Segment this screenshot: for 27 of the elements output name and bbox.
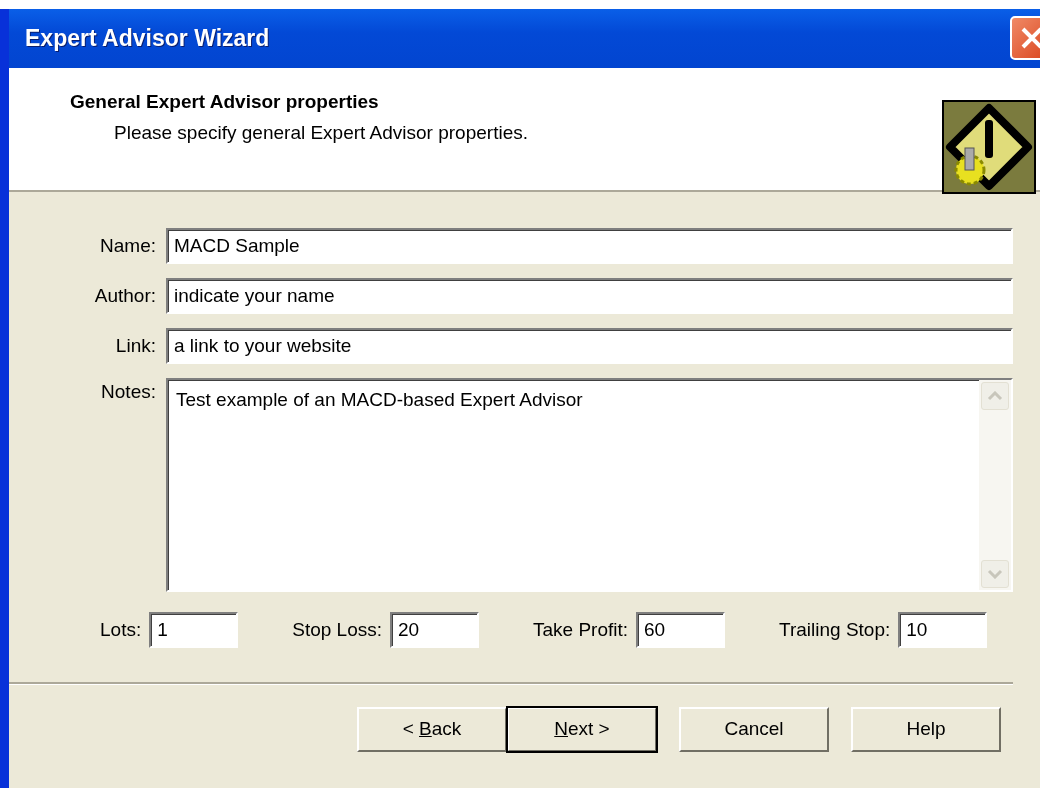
header-title: General Expert Advisor properties <box>70 90 380 114</box>
text-field[interactable]: 1 <box>149 612 239 648</box>
field-label: Take Profit: <box>533 617 630 642</box>
scroll-up-icon <box>987 391 1003 401</box>
field-label: Author: <box>93 283 157 308</box>
field-label: Stop Loss: <box>292 617 383 642</box>
notes-field[interactable]: Test example of an MACD-based Expert Advisor <box>166 378 1013 592</box>
text-field[interactable]: indicate your name <box>166 278 1013 314</box>
scroll-down-icon <box>987 569 1003 579</box>
text-field[interactable]: MACD Sample <box>166 228 1013 264</box>
window-title: Expert Advisor Wizard <box>25 24 270 54</box>
wizard-button[interactable]: Cancel <box>679 707 829 752</box>
field-label: Lots: <box>100 617 143 642</box>
wizard-button[interactable]: < Back <box>357 707 507 752</box>
text-field[interactable]: a link to your website <box>166 328 1013 364</box>
field-label: Link: <box>114 333 157 358</box>
field-label: Name: <box>99 233 157 258</box>
text-field[interactable]: 20 <box>390 612 479 648</box>
header-subtitle: Please specify general Expert Advisor properties. <box>113 120 528 145</box>
scrollbar[interactable] <box>979 380 1011 590</box>
field-label: Trailing Stop: <box>779 617 892 642</box>
field-label: Notes: <box>100 380 157 404</box>
wizard-button[interactable]: Help <box>851 707 1001 752</box>
warning-gear-icon <box>942 100 1036 194</box>
text-field[interactable]: 10 <box>898 612 988 648</box>
text-field[interactable]: 60 <box>636 612 726 648</box>
wizard-button[interactable]: Next > <box>507 707 657 752</box>
